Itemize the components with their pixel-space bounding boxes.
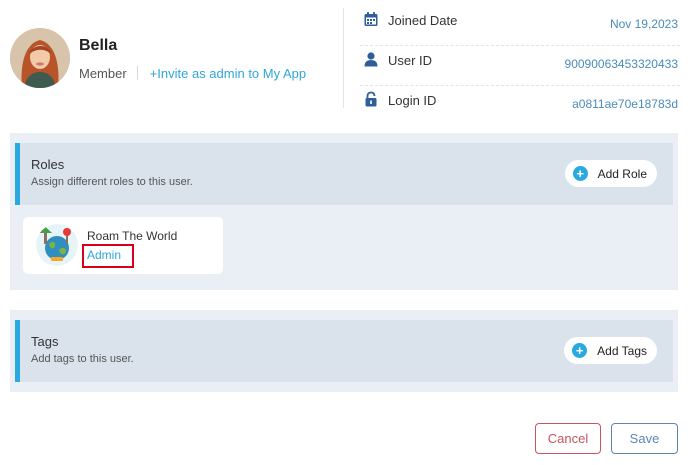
roles-header: Roles Assign different roles to this use… bbox=[15, 143, 673, 205]
highlight-box bbox=[82, 244, 134, 268]
user-icon bbox=[363, 51, 379, 67]
roles-subtitle: Assign different roles to this user. bbox=[31, 176, 193, 188]
user-role-line: Member +Invite as admin to My App bbox=[79, 66, 306, 81]
meta-joined-date: Joined Date Nov 19,2023 bbox=[360, 8, 680, 46]
invite-admin-link[interactable]: +Invite as admin to My App bbox=[150, 66, 306, 81]
plus-icon: + bbox=[572, 166, 588, 181]
globe-icon bbox=[36, 224, 78, 266]
meta-label: Joined Date bbox=[388, 13, 458, 28]
plus-icon: + bbox=[572, 343, 588, 358]
calendar-icon bbox=[363, 11, 379, 27]
meta-value: Nov 19,2023 bbox=[609, 17, 678, 31]
meta-user-id: User ID 90090063453320433 bbox=[360, 48, 680, 86]
tags-header: Tags Add tags to this user. + Add Tags bbox=[15, 320, 673, 382]
tags-panel: Tags Add tags to this user. + Add Tags bbox=[10, 310, 678, 392]
app-role-card[interactable]: Roam The World Admin bbox=[23, 217, 223, 274]
vertical-divider bbox=[343, 8, 344, 108]
tags-subtitle: Add tags to this user. bbox=[31, 353, 134, 365]
lock-icon bbox=[363, 91, 379, 107]
app-name: Roam The World bbox=[87, 229, 178, 243]
meta-value: a0811ae70e18783d bbox=[572, 97, 678, 111]
roles-panel: Roles Assign different roles to this use… bbox=[10, 133, 678, 290]
save-button[interactable]: Save bbox=[611, 423, 678, 454]
roles-title: Roles bbox=[31, 157, 65, 172]
avatar bbox=[10, 28, 70, 88]
tags-title: Tags bbox=[31, 334, 59, 349]
cancel-button[interactable]: Cancel bbox=[535, 423, 601, 454]
add-role-button[interactable]: + Add Role bbox=[564, 160, 657, 187]
add-role-label: Add Role bbox=[597, 166, 647, 181]
add-tags-button[interactable]: + Add Tags bbox=[564, 337, 657, 364]
user-name: Bella bbox=[79, 37, 118, 54]
meta-label: Login ID bbox=[388, 93, 437, 108]
meta-value: 90090063453320433 bbox=[564, 57, 678, 71]
divider bbox=[136, 66, 138, 80]
meta-login-id: Login ID a0811ae70e18783d bbox=[360, 88, 680, 126]
add-tags-label: Add Tags bbox=[597, 343, 647, 358]
user-profile: Bella Member +Invite as admin to My App bbox=[10, 28, 330, 90]
user-role: Member bbox=[79, 66, 127, 81]
meta-label: User ID bbox=[388, 53, 433, 68]
